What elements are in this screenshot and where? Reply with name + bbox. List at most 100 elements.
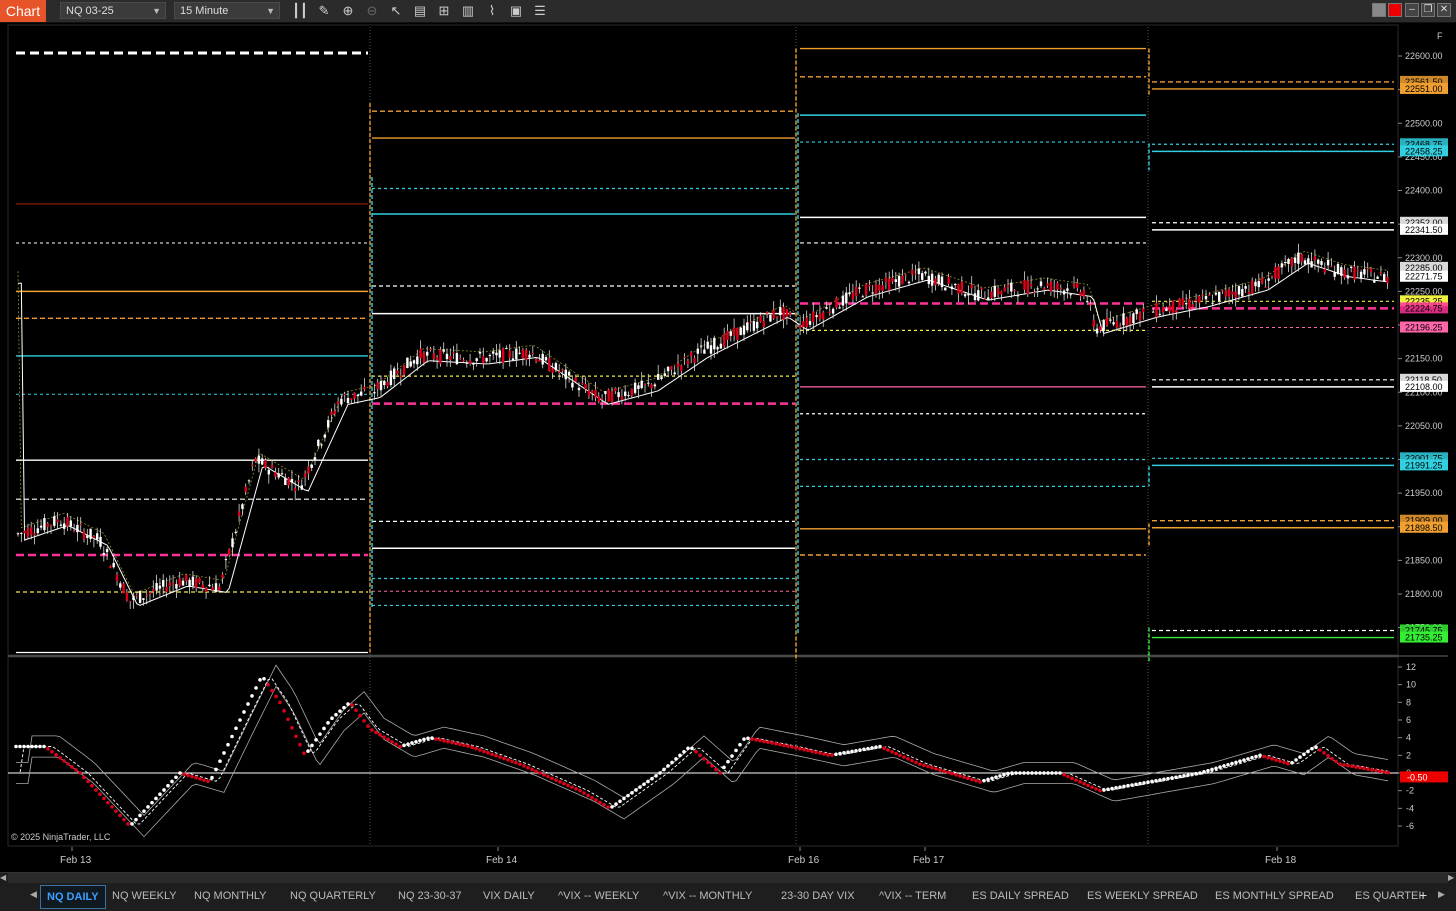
osc-dot (102, 796, 106, 801)
tab-es-weekly-spread[interactable]: ES WEEKLY SPREAD (1087, 885, 1198, 907)
osc-dot (1050, 771, 1054, 775)
scroll-left-icon[interactable]: ◀ (0, 873, 8, 883)
osc-dot (854, 748, 858, 753)
bar-type-icon[interactable]: ┃┃ (292, 3, 308, 19)
chart-window-tab[interactable]: Chart (0, 0, 46, 22)
tabs-prev-icon[interactable]: ◀ (30, 889, 37, 900)
zoom-out-icon[interactable]: ⊖ (364, 3, 380, 19)
osc-dot (258, 678, 262, 682)
candle-body (86, 535, 89, 539)
tab-es-monthly-spread[interactable]: ES MONTHLY SPREAD (1215, 885, 1334, 907)
osc-dot (450, 740, 454, 745)
link-red-icon[interactable] (1388, 3, 1402, 17)
price-marker-label: 21898.50 (1400, 521, 1448, 533)
osc-dot (482, 749, 486, 754)
osc-dot (774, 741, 778, 746)
osc-dot (1166, 776, 1170, 781)
candle-body (610, 391, 614, 403)
close-icon[interactable]: ✕ (1437, 3, 1451, 17)
osc-dot (738, 742, 742, 747)
osc-dot (170, 779, 174, 784)
candle-body (244, 486, 247, 492)
candle-body (515, 348, 518, 360)
candle-body (287, 477, 290, 486)
candle-body (284, 477, 287, 486)
maximize-icon[interactable]: ❐ (1421, 3, 1435, 17)
candle-body (1059, 287, 1062, 290)
tab-nq-daily[interactable]: NQ DAILY (40, 885, 106, 909)
time-axis[interactable]: Feb 13 Feb 14 Feb 16 Feb 17 Feb 18 (8, 847, 1398, 869)
osc-dot (334, 712, 338, 717)
add-tab-icon[interactable]: + (1419, 887, 1427, 903)
osc-dot (502, 756, 506, 761)
pencil-icon[interactable]: ✎ (316, 3, 332, 19)
chart-panel[interactable]: F 22600.0022550.0022500.0022450.0022400.… (0, 23, 1456, 871)
strategies-icon[interactable]: ▥ (460, 3, 476, 19)
minimize-icon[interactable]: – (1405, 3, 1419, 17)
osc-dot (458, 742, 462, 747)
osc-dot (62, 759, 66, 763)
tab-es-quartei[interactable]: ES QUARTEI (1355, 885, 1421, 907)
indicators-icon[interactable]: ⌇ (484, 3, 500, 19)
candle-body (1218, 291, 1221, 301)
osc-dot (1002, 772, 1006, 777)
candle-body (1023, 280, 1026, 290)
pointer-icon[interactable]: ↖ (388, 3, 404, 19)
osc-dot (622, 796, 626, 801)
osc-dot (418, 738, 422, 743)
osc-dot (422, 737, 426, 742)
candle-body (1237, 286, 1241, 295)
candle-body (779, 307, 782, 316)
candle-body (1353, 266, 1356, 280)
candle-body (706, 341, 709, 349)
templates-icon[interactable]: ▣ (508, 3, 524, 19)
tab-vix-weekly[interactable]: ^VIX -- WEEKLY (558, 885, 639, 907)
chevron-down-icon: ▼ (266, 6, 275, 16)
candle-body (1026, 280, 1029, 295)
price-tick-label: 22250.00 (1405, 286, 1443, 296)
list-icon[interactable]: ☰ (532, 3, 548, 19)
osc-dot (718, 771, 722, 775)
tab-nq-quarterly[interactable]: NQ QUARTERLY (290, 885, 376, 907)
osc-dot (990, 776, 994, 781)
osc-dot (662, 767, 666, 772)
scroll-right-icon[interactable]: ▶ (1448, 873, 1456, 883)
candle-body (719, 343, 723, 349)
data-box-icon[interactable]: ▤ (412, 3, 428, 19)
candle-body (851, 293, 855, 300)
instrument-selector[interactable]: NQ 03-25 ▼ (60, 2, 166, 19)
candle-body (1300, 254, 1303, 262)
osc-dot (42, 744, 46, 749)
tab-es-daily-spread[interactable]: ES DAILY SPREAD (972, 885, 1069, 907)
properties-icon[interactable]: ⊞ (436, 3, 452, 19)
candle-body (534, 359, 538, 362)
osc-dot (614, 802, 618, 806)
osc-dot (1278, 759, 1282, 764)
candle-body (1099, 326, 1102, 331)
tab-nq-23-30-37[interactable]: NQ 23-30-37 (398, 885, 462, 907)
interval-selector[interactable]: 15 Minute ▼ (174, 2, 280, 19)
zoom-in-icon[interactable]: ⊕ (340, 3, 356, 19)
tab-vix-term[interactable]: ^VIX -- TERM (879, 885, 946, 907)
candle-body (1168, 305, 1171, 312)
tabs-next-icon[interactable]: ▶ (1438, 889, 1445, 900)
price-axis[interactable]: 22600.0022550.0022500.0022450.0022400.00… (1398, 51, 1448, 643)
tab-23-30-day-vix[interactable]: 23-30 DAY VIX (781, 885, 855, 907)
osc-dot (386, 737, 390, 742)
tab-vix-monthly[interactable]: ^VIX -- MONTHLY (663, 885, 752, 907)
candle-body (257, 455, 261, 464)
candle-body (944, 287, 947, 291)
candle-body (46, 523, 49, 527)
candle-body (640, 380, 643, 389)
horizontal-scrollbar[interactable] (8, 873, 1448, 883)
f-icon[interactable]: F (1437, 31, 1443, 41)
tab-vix-daily[interactable]: VIX DAILY (483, 885, 535, 907)
osc-dot (318, 732, 322, 736)
osc-dot (974, 778, 978, 783)
osc-dot (1146, 780, 1150, 784)
tab-nq-monthly[interactable]: NQ MONTHLY (194, 885, 267, 907)
oscillator-axis[interactable]: 121086420-2-4-6-0.50 (1398, 662, 1448, 831)
tab-nq-weekly[interactable]: NQ WEEKLY (112, 885, 177, 907)
price-marker-text: 22271.75 (1405, 272, 1443, 282)
window-color-icon[interactable] (1372, 3, 1386, 17)
